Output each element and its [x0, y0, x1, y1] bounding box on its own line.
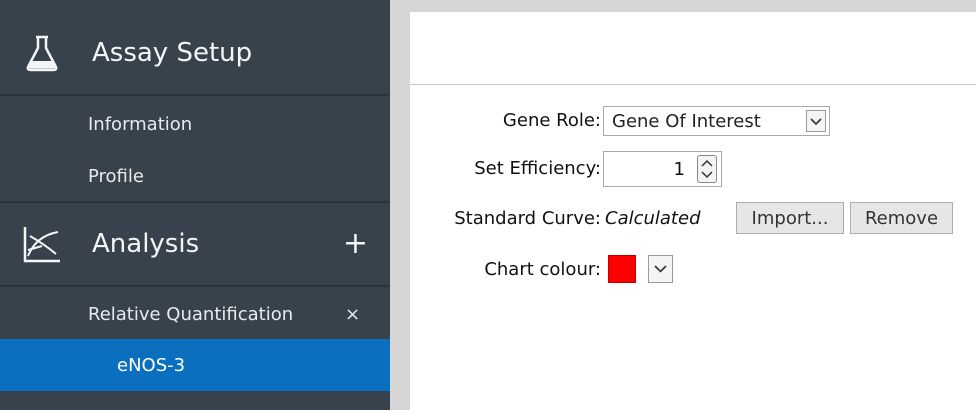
standard-curve-label: Standard Curve:: [454, 208, 601, 229]
colour-swatch[interactable]: [608, 255, 636, 283]
chevron-down-icon[interactable]: [648, 255, 673, 283]
sidebar-item-label: eNOS-3: [117, 354, 186, 376]
chevron-down-icon[interactable]: [806, 110, 826, 132]
flask-icon: [26, 35, 58, 72]
sidebar-item-profile[interactable]: Profile: [0, 150, 390, 202]
gene-role-value: Gene Of Interest: [612, 110, 761, 132]
gene-role-label: Gene Role:: [502, 110, 601, 131]
sidebar-item-information[interactable]: Information: [0, 98, 390, 150]
add-analysis-button[interactable]: +: [343, 229, 368, 259]
set-efficiency-label: Set Efficiency:: [474, 158, 601, 179]
analysis-header[interactable]: Analysis +: [0, 203, 390, 285]
sidebar-item-relative-quantification[interactable]: Relative Quantification ×: [0, 288, 390, 340]
panel-gutter: [390, 0, 410, 410]
remove-button[interactable]: Remove: [850, 202, 953, 234]
efficiency-value: 1: [673, 159, 685, 180]
assay-setup-header[interactable]: Assay Setup: [0, 12, 390, 94]
sidebar-item-enos-3[interactable]: eNOS-3: [0, 339, 390, 391]
analysis-title: Analysis: [92, 229, 200, 259]
panel-top-band: [390, 0, 976, 12]
close-icon[interactable]: ×: [345, 304, 360, 325]
assay-setup-title: Assay Setup: [92, 38, 253, 68]
import-button[interactable]: Import...: [736, 202, 844, 234]
gene-role-select[interactable]: Gene Of Interest: [603, 106, 830, 136]
standard-curve-value: Calculated: [605, 208, 701, 229]
gene-settings-panel: Gene Role: Gene Of Interest Set Efficien…: [410, 12, 976, 410]
divider: [0, 94, 390, 96]
sidebar-item-label: Profile: [88, 165, 144, 187]
spin-arrows-icon[interactable]: [697, 155, 717, 183]
sidebar-item-label: Relative Quantification: [88, 303, 294, 325]
panel-header: [410, 12, 976, 85]
chart-icon: [23, 227, 60, 263]
sidebar: Assay Setup Information Profile Analysis…: [0, 0, 390, 410]
efficiency-stepper[interactable]: 1: [603, 151, 722, 187]
divider: [0, 285, 390, 287]
chart-colour-label: Chart colour:: [484, 259, 601, 280]
sidebar-item-label: Information: [88, 113, 193, 135]
